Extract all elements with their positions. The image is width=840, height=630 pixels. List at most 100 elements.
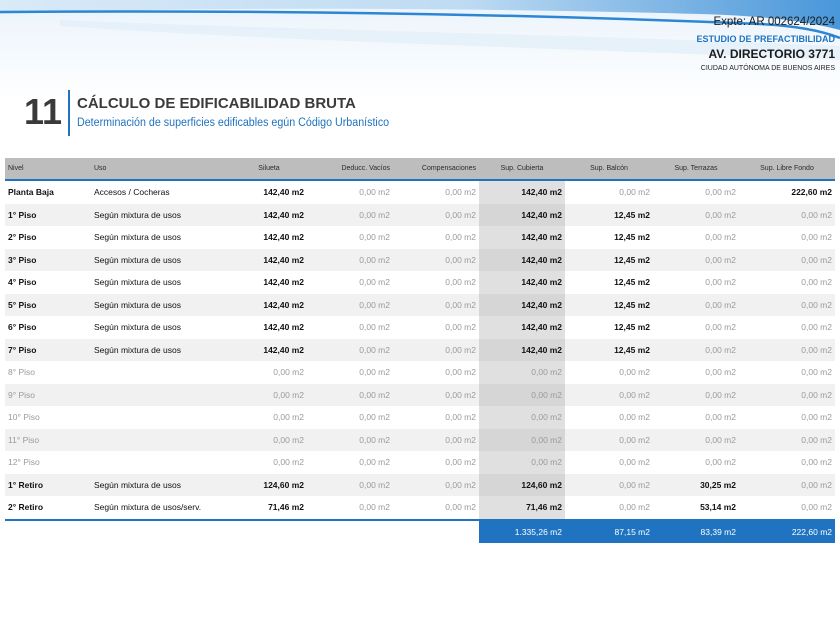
col-header-nivel: Nivel — [5, 158, 91, 181]
col-header-compensaciones: Compensaciones — [393, 158, 479, 181]
cell-comp: 0,00 m2 — [393, 496, 479, 521]
cell-balcon: 12,45 m2 — [614, 277, 650, 288]
cell-terrazas: 0,00 m2 — [653, 428, 739, 451]
cell-nivel: 10° Piso — [8, 412, 40, 423]
cell-balcon: 0,00 m2 — [619, 412, 650, 423]
cell-comp: 0,00 m2 — [445, 412, 476, 423]
cell-vacios: 0,00 m2 — [359, 322, 390, 333]
cell-vacios: 0,00 m2 — [307, 473, 393, 496]
totals-empty-cell — [91, 520, 231, 543]
cell-nivel: 11° Piso — [5, 428, 91, 451]
cell-fondo: 0,00 m2 — [739, 293, 835, 316]
cell-balcon: 0,00 m2 — [619, 187, 650, 198]
cell-nivel: 2° Piso — [8, 232, 37, 243]
cell-silueta: 142,40 m2 — [231, 338, 307, 361]
col-header-uso: Uso — [91, 158, 231, 181]
table-row: 12° Piso 0,00 m2 0,00 m2 0,00 m2 0,00 m2 0,00… — [5, 451, 835, 474]
table-row: 8° Piso 0,00 m2 0,00 m2 0,00 m2 0,00 m2 0,00 … — [5, 361, 835, 384]
cell-vacios: 0,00 m2 — [307, 248, 393, 271]
cell-terrazas: 0,00 m2 — [705, 367, 736, 378]
cell-nivel: 3° Piso — [5, 248, 91, 271]
expte-label: Expte: AR 002624/2024 — [713, 16, 836, 28]
cell-uso — [91, 428, 231, 451]
cell-balcon: 0,00 m2 — [619, 367, 650, 378]
cell-nivel: 12° Piso — [8, 457, 40, 468]
cell-comp: 0,00 m2 — [393, 383, 479, 406]
cell-vacios: 0,00 m2 — [307, 383, 393, 406]
cell-nivel: 8° Piso — [8, 367, 36, 378]
cell-silueta: 124,60 m2 — [231, 473, 307, 496]
cell-vacios: 0,00 m2 — [359, 412, 390, 423]
col-header-silueta: Silueta — [231, 158, 307, 181]
section-title: CÁLCULO DE EDIFICABILIDAD BRUTA — [77, 95, 356, 112]
cell-cubierta: 142,40 m2 — [479, 248, 565, 271]
col-header-cubierta: Sup. Cubierta — [479, 158, 565, 181]
cell-nivel: 1° Retiro — [5, 473, 91, 496]
cell-nivel: 7° Piso — [5, 338, 91, 361]
cell-silueta: 71,46 m2 — [231, 496, 307, 521]
section-subtitle: Determinación de superficies edificables… — [77, 117, 390, 129]
cell-cubierta: 0,00 m2 — [479, 383, 565, 406]
cell-terrazas: 53,14 m2 — [653, 496, 739, 521]
table-row: 10° Piso 0,00 m2 0,00 m2 0,00 m2 0,00 m2 0,00… — [5, 406, 835, 429]
cell-terrazas: 0,00 m2 — [705, 277, 736, 288]
totals-row: 1.335,26 m2 87,15 m2 83,39 m2 222,60 m2 — [5, 519, 835, 543]
totals-empty-cell — [307, 520, 393, 543]
cell-nivel: 9° Piso — [5, 383, 91, 406]
cell-nivel: 2° Retiro — [5, 496, 91, 521]
cell-terrazas: 0,00 m2 — [705, 412, 736, 423]
cell-uso: Según mixtura de usos — [94, 277, 181, 288]
cell-vacios: 0,00 m2 — [359, 277, 390, 288]
cell-comp: 0,00 m2 — [445, 277, 476, 288]
cell-vacios: 0,00 m2 — [307, 496, 393, 521]
table-row: 11° Piso 0,00 m2 0,00 m2 0,00 m2 0,00 m2 0,00… — [5, 428, 835, 451]
totals-empty-cell — [5, 520, 91, 543]
cell-terrazas: 0,00 m2 — [653, 338, 739, 361]
cell-vacios: 0,00 m2 — [307, 338, 393, 361]
col-header-terrazas: Sup. Terrazas — [653, 158, 739, 181]
cell-vacios: 0,00 m2 — [307, 293, 393, 316]
cell-cubierta: 0,00 m2 — [479, 428, 565, 451]
cell-fondo: 0,00 m2 — [739, 383, 835, 406]
cell-comp: 0,00 m2 — [445, 322, 476, 333]
cell-comp: 0,00 m2 — [445, 187, 476, 198]
cell-silueta: 142,40 m2 — [263, 322, 304, 333]
cell-cubierta: 142,40 m2 — [479, 293, 565, 316]
cell-vacios: 0,00 m2 — [359, 187, 390, 198]
cell-uso: Accesos / Cocheras — [94, 187, 170, 198]
cell-silueta: 142,40 m2 — [231, 248, 307, 271]
cell-uso — [91, 383, 231, 406]
cell-balcon: 12,45 m2 — [614, 232, 650, 243]
cell-comp: 0,00 m2 — [393, 293, 479, 316]
cell-nivel: Planta Baja — [8, 187, 54, 198]
table-row: 4° Piso Según mixtura de usos 142,40 m2 0,0… — [5, 271, 835, 294]
cell-fondo: 0,00 m2 — [801, 232, 832, 243]
cell-fondo: 0,00 m2 — [801, 367, 832, 378]
cell-fondo: 0,00 m2 — [739, 428, 835, 451]
cell-silueta: 0,00 m2 — [231, 383, 307, 406]
cell-balcon: 0,00 m2 — [619, 457, 650, 468]
cell-uso: Según mixtura de usos — [91, 203, 231, 226]
cell-terrazas: 0,00 m2 — [705, 457, 736, 468]
table-row: 1° Retiro Según mixtura de usos 124,60 m2 0… — [5, 473, 835, 496]
cell-balcon: 0,00 m2 — [565, 496, 653, 521]
cell-balcon: 12,45 m2 — [565, 203, 653, 226]
cell-uso: Según mixtura de usos — [91, 473, 231, 496]
table-row: 7° Piso Según mixtura de usos 142,40 m2 0,0… — [5, 338, 835, 361]
cell-fondo: 0,00 m2 — [801, 412, 832, 423]
cell-balcon: 12,45 m2 — [565, 338, 653, 361]
cell-nivel: 5° Piso — [5, 293, 91, 316]
cell-comp: 0,00 m2 — [393, 248, 479, 271]
cell-terrazas: 30,25 m2 — [653, 473, 739, 496]
total-terrazas: 83,39 m2 — [653, 519, 739, 543]
table-row: 5° Piso Según mixtura de usos 142,40 m2 0,0… — [5, 293, 835, 316]
cell-balcon: 0,00 m2 — [565, 473, 653, 496]
total-cubierta: 1.335,26 m2 — [479, 519, 565, 543]
cell-cubierta: 142,40 m2 — [479, 338, 565, 361]
section-divider — [68, 90, 70, 136]
cell-cubierta: 142,40 m2 — [479, 316, 565, 339]
cell-terrazas: 0,00 m2 — [705, 322, 736, 333]
cell-silueta: 142,40 m2 — [263, 277, 304, 288]
col-header-vacios: Deducc. Vacíos — [307, 158, 393, 181]
cell-terrazas: 0,00 m2 — [653, 248, 739, 271]
